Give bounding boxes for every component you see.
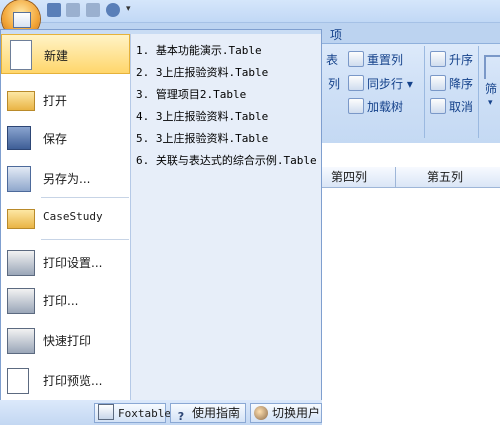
open-folder-icon <box>7 91 35 111</box>
users-icon <box>254 406 268 420</box>
save-disk-icon <box>7 126 31 150</box>
reset-columns-button[interactable]: 重置列 <box>348 51 403 69</box>
redo-icon[interactable] <box>86 3 100 17</box>
menu-item-label: 快速打印 <box>43 334 92 348</box>
column-divider <box>395 167 396 187</box>
menu-item-label: 打印预览... <box>43 374 103 388</box>
sort-desc-icon <box>430 75 446 91</box>
recent-file-item[interactable]: 6. 关联与表达式的综合示例.Table <box>136 152 317 168</box>
recent-file-item[interactable]: 2. 3上庄报验资料.Table <box>136 64 268 80</box>
tree-icon <box>348 98 364 114</box>
menu-item-label: 打印... <box>43 294 79 308</box>
menu-item-label: 另存为... <box>43 172 91 186</box>
menu-item-print-preview[interactable]: 打印预览... <box>1 360 130 400</box>
menu-item-print[interactable]: 打印... <box>1 280 130 320</box>
undo-icon[interactable] <box>66 3 80 17</box>
qat-dropdown-icon[interactable]: ▾ <box>126 4 131 14</box>
quick-print-icon <box>7 328 35 354</box>
sync-rows-icon <box>348 75 364 91</box>
recent-file-item[interactable]: 3. 管理项目2.Table <box>136 86 246 102</box>
switch-user-button[interactable]: 切换用户 <box>250 403 322 423</box>
menu-item-label: CaseStudy <box>43 210 103 223</box>
menu-item-casestudy[interactable]: CaseStudy <box>1 198 130 238</box>
ribbon-btn-column[interactable]: 列 <box>328 75 340 93</box>
ribbon-btn-table[interactable]: 表 <box>326 51 338 69</box>
print-setup-icon <box>7 250 35 276</box>
cancel-sort-button[interactable]: 取消 <box>430 98 473 116</box>
office-logo-icon <box>13 12 31 28</box>
ribbon-separator <box>424 46 425 138</box>
recent-file-item[interactable]: 1. 基本功能演示.Table <box>136 42 262 58</box>
menu-item-new[interactable]: 新建 <box>1 34 130 74</box>
menu-item-save[interactable]: 保存 <box>1 118 130 158</box>
menu-item-label: 打印设置... <box>43 256 103 270</box>
sort-ascending-button[interactable]: 升序 <box>430 51 473 69</box>
reset-columns-icon <box>348 51 364 67</box>
sort-asc-icon <box>430 51 446 67</box>
filter-icon[interactable] <box>484 55 500 79</box>
menu-separator <box>41 239 129 240</box>
load-tree-button[interactable]: 加载树 <box>348 98 403 116</box>
print-preview-icon <box>7 368 29 394</box>
ribbon-separator <box>478 46 479 138</box>
ribbon-tab-label[interactable]: 项 <box>330 26 342 43</box>
recent-file-item[interactable]: 4. 3上庄报验资料.Table <box>136 108 268 124</box>
user-guide-button[interactable]: ? 使用指南 <box>170 403 246 423</box>
column-header[interactable]: 第四列 <box>331 167 367 187</box>
filter-button[interactable]: 筛 <box>485 80 497 98</box>
sort-descending-button[interactable]: 降序 <box>430 75 473 93</box>
home-icon <box>98 404 114 420</box>
help-icon[interactable] <box>106 3 120 17</box>
save-icon[interactable] <box>47 3 61 17</box>
menu-item-label: 新建 <box>44 49 69 63</box>
help-icon: ? <box>177 410 185 423</box>
menu-item-label: 保存 <box>43 132 68 146</box>
column-header[interactable]: 第五列 <box>427 167 463 187</box>
menu-item-open[interactable]: 打开 <box>1 80 130 120</box>
chevron-down-icon[interactable]: ▾ <box>488 98 493 108</box>
menu-item-quick-print[interactable]: 快速打印 <box>1 320 130 360</box>
save-as-icon <box>7 166 31 192</box>
menu-item-save-as[interactable]: 另存为... <box>1 158 130 198</box>
foxtable-button[interactable]: Foxtable <box>94 403 171 423</box>
menu-item-label: 打开 <box>43 94 68 108</box>
cancel-sort-icon <box>430 98 446 114</box>
printer-icon <box>7 288 35 314</box>
recent-file-item[interactable]: 5. 3上庄报验资料.Table <box>136 130 268 146</box>
menu-item-print-setup[interactable]: 打印设置... <box>1 242 130 282</box>
folder-icon <box>7 209 35 229</box>
new-document-icon <box>10 40 32 70</box>
sync-rows-button[interactable]: 同步行 ▾ <box>348 75 413 93</box>
menu-command-list: 新建 打开 保存 另存为... CaseStudy 打印设置... 打印... … <box>1 34 130 400</box>
